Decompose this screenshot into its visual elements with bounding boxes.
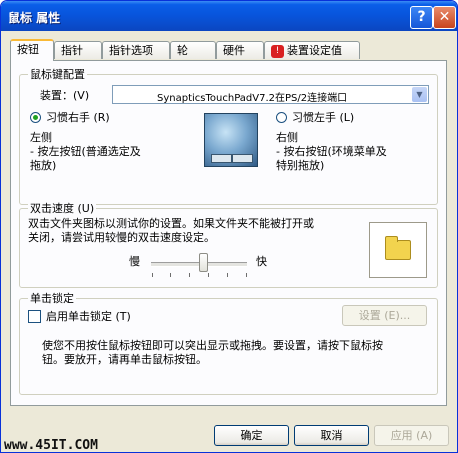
tab-panel-buttons: 鼠标键配置 装置：(V) SynapticsTouchPadV7.2在PS/2连… xyxy=(10,60,447,406)
tab-buttons-label: 按钮 xyxy=(17,43,39,56)
help-button[interactable]: ? xyxy=(410,6,433,29)
click-lock-desc-2: 钮。要放开，请再单击鼠标按钮。 xyxy=(42,353,207,366)
tab-hardware[interactable]: 硬件 xyxy=(216,41,264,59)
left-side-desc-2: 拖放) xyxy=(30,159,57,172)
right-hand-radio[interactable] xyxy=(30,112,41,123)
right-side-title: 右侧 xyxy=(276,131,298,144)
touchpad-left-button-shape xyxy=(211,154,232,163)
ok-button[interactable]: 确定 xyxy=(214,425,289,446)
right-side-desc-1: - 按右按钮(环境菜单及 xyxy=(276,145,387,158)
right-side-desc-2: 特别拖放) xyxy=(276,159,325,172)
apply-button[interactable]: 应用 (A) xyxy=(374,425,449,446)
tab-pointers[interactable]: 指针 xyxy=(54,41,102,59)
folder-icon[interactable] xyxy=(385,236,411,260)
tab-hardware-label: 硬件 xyxy=(223,44,245,57)
double-click-group: 双击速度 (U) 双击文件夹图标以测试你的设置。如果文件夹不能被打开或 关闭，请… xyxy=(19,202,438,288)
cancel-button[interactable]: 取消 xyxy=(294,425,369,446)
title-bar[interactable]: 鼠标 属性 ? ✕ xyxy=(1,1,457,31)
touchpad-image xyxy=(204,113,258,167)
slider-tick xyxy=(227,273,228,277)
tab-device-settings[interactable]: ! 装置设定值 xyxy=(264,41,360,59)
watermark-text: www.45IT.COM xyxy=(4,438,98,453)
click-lock-group: 单击锁定 启用单击锁定 (T) 设置 (E)... 使您不用按住鼠标按钮即可以突… xyxy=(19,292,438,395)
device-label: 装置：(V) xyxy=(40,89,90,102)
window-title: 鼠标 属性 xyxy=(8,11,61,25)
click-lock-checkbox[interactable] xyxy=(28,310,41,323)
slider-tick xyxy=(170,273,171,277)
button-config-title: 鼠标键配置 xyxy=(28,68,87,81)
double-click-title: 双击速度 (U) xyxy=(28,202,97,215)
click-lock-title: 单击锁定 xyxy=(28,292,76,305)
left-hand-label[interactable]: 习惯左手 (L) xyxy=(292,111,354,124)
button-config-group: 鼠标键配置 装置：(V) SynapticsTouchPadV7.2在PS/2连… xyxy=(19,68,438,205)
fast-label: 快 xyxy=(256,255,267,268)
speed-slider-thumb[interactable] xyxy=(198,253,208,272)
tab-wheel-label: 轮 xyxy=(177,44,188,57)
tab-wheel[interactable]: 轮 xyxy=(170,41,216,59)
right-hand-label[interactable]: 习惯右手 (R) xyxy=(46,111,110,124)
tab-device-settings-label: 装置设定值 xyxy=(287,44,342,57)
tab-buttons[interactable]: 按钮 xyxy=(10,39,54,61)
close-button[interactable]: ✕ xyxy=(433,6,456,29)
left-side-title: 左侧 xyxy=(30,131,52,144)
double-click-desc-1: 双击文件夹图标以测试你的设置。如果文件夹不能被打开或 xyxy=(28,217,314,230)
device-select[interactable]: SynapticsTouchPadV7.2在PS/2连接端口 ▼ xyxy=(112,85,429,104)
left-hand-radio[interactable] xyxy=(276,112,287,123)
tab-pointer-options-label: 指针选项 xyxy=(109,44,153,57)
warning-icon: ! xyxy=(271,44,284,58)
double-click-desc-2: 关闭，请尝试用较慢的双击速度设定。 xyxy=(28,231,215,244)
slider-tick xyxy=(152,273,153,277)
device-select-value: SynapticsTouchPadV7.2在PS/2连接端口 xyxy=(157,93,348,104)
click-lock-settings-button[interactable]: 设置 (E)... xyxy=(342,305,427,326)
click-lock-desc-1: 使您不用按住鼠标按钮即可以突出显示或拖拽。要设置，请按下鼠标按 xyxy=(42,339,383,352)
slider-tick xyxy=(189,273,190,277)
test-folder-area[interactable] xyxy=(369,222,427,278)
slider-tick xyxy=(208,273,209,277)
tab-pointer-options[interactable]: 指针选项 xyxy=(102,41,170,59)
tab-pointers-label: 指针 xyxy=(61,44,83,57)
chevron-down-icon: ▼ xyxy=(412,87,427,102)
click-lock-label[interactable]: 启用单击锁定 (T) xyxy=(46,310,131,323)
slow-label: 慢 xyxy=(129,255,140,268)
touchpad-right-button-shape xyxy=(232,154,253,163)
left-side-desc-1: - 按左按钮(普通选定及 xyxy=(30,145,141,158)
mouse-properties-window: 鼠标 属性 ? ✕ 按钮 指针 指针选项 轮 硬件 ! 装置设定值 鼠标键配置 装… xyxy=(0,0,458,453)
slider-tick xyxy=(246,273,247,277)
